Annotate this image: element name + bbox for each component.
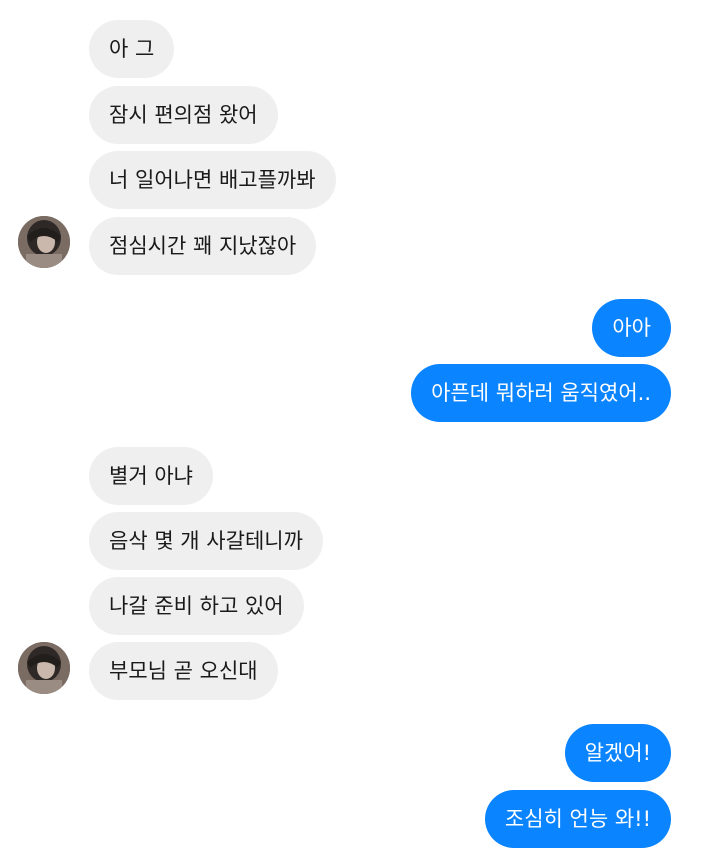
incoming-message[interactable]: 점심시간 꽤 지났잖아 [89,217,317,275]
outgoing-message[interactable]: 아픈데 뭐하러 움직였어.. [411,364,671,422]
incoming-message[interactable]: 부모님 곧 오신대 [89,642,278,700]
outgoing-message[interactable]: 조심히 언능 와!! [484,790,671,848]
incoming-message[interactable]: 아 그 [89,20,175,78]
incoming-message[interactable]: 너 일어나면 배고플까봐 [89,151,336,209]
incoming-message[interactable]: 별거 아냐 [89,447,213,505]
incoming-message[interactable]: 잠시 편의점 왔어 [89,86,278,144]
outgoing-message[interactable]: 아아 [592,299,671,357]
contact-avatar[interactable] [18,216,70,268]
profile-photo-avatar-icon [18,642,70,694]
profile-photo-avatar-icon [18,216,70,268]
incoming-message[interactable]: 음삭 몇 개 사갈테니까 [89,512,323,570]
contact-avatar[interactable] [18,642,70,694]
incoming-message[interactable]: 나갈 준비 하고 있어 [89,577,304,635]
outgoing-message[interactable]: 알겠어! [564,724,671,782]
